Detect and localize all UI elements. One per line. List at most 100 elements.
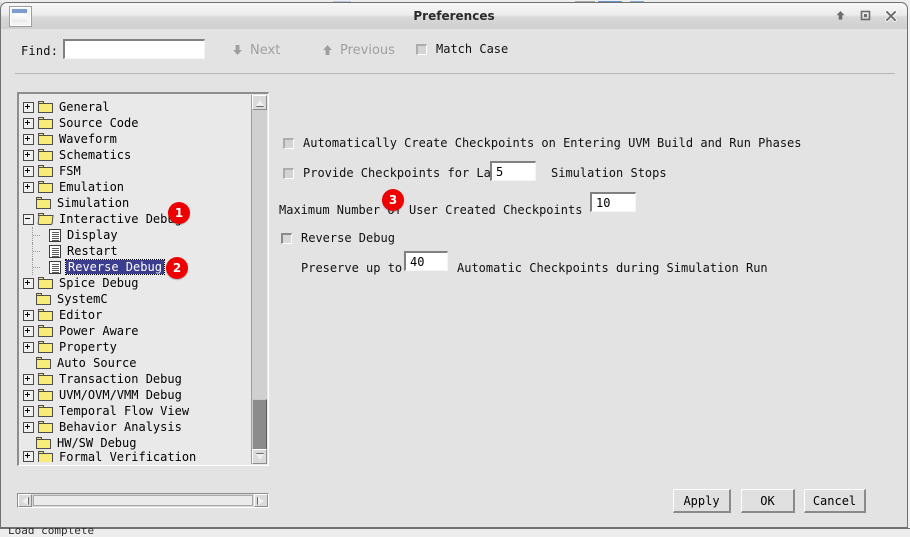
expand-icon[interactable] <box>23 133 34 145</box>
preserve-label: Preserve up to <box>301 261 403 275</box>
tree-item-label: Auto Source <box>57 356 137 370</box>
tree-item-label: HW/SW Debug <box>57 436 137 450</box>
folder-icon <box>38 117 53 129</box>
ok-button[interactable]: OK <box>741 489 795 513</box>
tree-item[interactable]: FSM <box>23 163 251 179</box>
provide-checkpoints-checkbox[interactable] <box>283 167 294 179</box>
tree-item-label: Formal Verification <box>59 451 197 462</box>
find-previous-label: Previous <box>340 42 395 58</box>
preferences-tree[interactable]: General Source Code Waveform Schematics FSM E… <box>17 92 269 466</box>
tree-item[interactable]: HW/SW Debug <box>23 435 251 451</box>
tree-item-label: Power Aware <box>59 324 139 338</box>
find-previous-button[interactable]: Previous <box>321 40 395 60</box>
expand-icon[interactable] <box>23 277 34 289</box>
tree-item-label: UVM/OVM/VMM Debug <box>59 388 182 402</box>
scrollbar-thumb[interactable] <box>252 399 267 452</box>
folder-icon <box>38 181 53 193</box>
tree-item[interactable]: Interactive Debug <box>23 211 251 227</box>
tree-item[interactable]: Formal Verification <box>23 451 251 462</box>
scroll-up-button[interactable] <box>252 95 267 110</box>
reverse-debug-option[interactable]: Reverse Debug <box>281 231 395 245</box>
preserve-input[interactable] <box>404 251 448 271</box>
auto-checkpoints-option[interactable]: Automatically Create Checkpoints on Ente… <box>283 136 802 150</box>
match-case-option[interactable]: Match Case <box>416 42 508 56</box>
tree-item-label: Editor <box>59 308 103 322</box>
expand-icon[interactable] <box>23 405 34 417</box>
tree-item[interactable]: Behavior Analysis <box>23 419 251 435</box>
tree-item[interactable]: General <box>23 99 251 115</box>
folder-icon <box>38 133 53 145</box>
tree-item[interactable]: Property <box>23 339 251 355</box>
tree-item-label: Temporal Flow View <box>59 404 190 418</box>
tree-item[interactable]: Power Aware <box>23 323 251 339</box>
provide-checkpoints-option[interactable]: Provide Checkpoints for Last <box>283 166 505 180</box>
tree-item[interactable]: Emulation <box>23 179 251 195</box>
folder-icon <box>38 165 53 177</box>
tree-item[interactable]: Auto Source <box>23 355 251 371</box>
tree-item[interactable]: SystemC <box>23 291 251 307</box>
screen: Preferences Find: Next Previous Match Ca… <box>0 0 910 537</box>
tree-item[interactable]: Editor <box>23 307 251 323</box>
expand-icon[interactable] <box>23 181 34 193</box>
expand-icon[interactable] <box>23 325 34 337</box>
tree-item[interactable]: Temporal Flow View <box>23 403 251 419</box>
collapse-icon[interactable] <box>23 213 34 225</box>
scroll-down-button[interactable] <box>252 449 267 464</box>
reverse-debug-label: Reverse Debug <box>301 231 395 245</box>
folder-icon <box>38 325 53 337</box>
tree-item-label: Display <box>67 228 118 242</box>
tree-item[interactable]: Simulation <box>23 195 251 211</box>
arrow-up-icon <box>321 43 334 57</box>
expand-icon[interactable] <box>23 341 34 353</box>
tree-item[interactable]: Schematics <box>23 147 251 163</box>
search-input[interactable] <box>63 39 205 59</box>
shade-button[interactable] <box>828 5 853 26</box>
dialog-titlebar[interactable]: Preferences <box>1 3 907 30</box>
provide-checkpoints-input[interactable] <box>490 161 536 181</box>
folder-icon <box>38 149 53 161</box>
cancel-button[interactable]: Cancel <box>804 489 866 513</box>
close-button[interactable] <box>878 5 903 26</box>
expand-icon[interactable] <box>23 451 34 462</box>
match-case-checkbox[interactable] <box>416 43 427 55</box>
expand-icon[interactable] <box>23 165 34 177</box>
tree-item[interactable]: Source Code <box>23 115 251 131</box>
auto-checkpoints-label: Automatically Create Checkpoints on Ente… <box>303 136 802 150</box>
expand-icon[interactable] <box>23 309 34 321</box>
tree-item-label: FSM <box>59 164 81 178</box>
tree-item-label: Source Code <box>59 116 139 130</box>
expand-icon[interactable] <box>23 149 34 161</box>
tree-item-label: Spice Debug <box>59 276 139 290</box>
tree-item-label: Property <box>59 340 117 354</box>
folder-icon <box>38 389 53 401</box>
reverse-debug-checkbox[interactable] <box>281 232 292 244</box>
tree-item[interactable]: UVM/OVM/VMM Debug <box>23 387 251 403</box>
tree-item[interactable]: Display <box>23 227 251 243</box>
tree-item-label: Emulation <box>59 180 125 194</box>
tree-vertical-scrollbar[interactable] <box>251 95 267 464</box>
expand-icon[interactable] <box>23 421 34 433</box>
preserve-suffix: Automatic Checkpoints during Simulation … <box>457 261 768 275</box>
provide-checkpoints-suffix-label: Simulation Stops <box>551 166 667 180</box>
expander-spacer <box>23 359 32 368</box>
provide-checkpoints-label: Provide Checkpoints for Last <box>303 166 506 180</box>
apply-button[interactable]: Apply <box>673 489 731 513</box>
document-icon <box>49 260 61 274</box>
toolbar-divider <box>15 73 895 74</box>
tree-item[interactable]: Waveform <box>23 131 251 147</box>
tree-item[interactable]: Restart <box>23 243 251 259</box>
expand-icon[interactable] <box>23 373 34 385</box>
max-user-checkpoints-row: Maximum Number of User Created Checkpoin… <box>279 203 582 217</box>
tree-item[interactable]: Spice Debug <box>23 275 251 291</box>
tree-item[interactable]: Reverse Debug <box>23 259 251 275</box>
auto-checkpoints-checkbox[interactable] <box>283 137 294 149</box>
maximize-button[interactable] <box>853 5 878 26</box>
max-user-checkpoints-input[interactable] <box>590 192 636 212</box>
preserve-suffix-label: Automatic Checkpoints during Simulation … <box>457 261 768 275</box>
find-next-button[interactable]: Next <box>231 40 280 60</box>
tree-item[interactable]: Transaction Debug <box>23 371 251 387</box>
expand-icon[interactable] <box>23 389 34 401</box>
tree-guide-line <box>32 227 40 243</box>
expand-icon[interactable] <box>23 117 34 129</box>
expand-icon[interactable] <box>23 101 34 113</box>
